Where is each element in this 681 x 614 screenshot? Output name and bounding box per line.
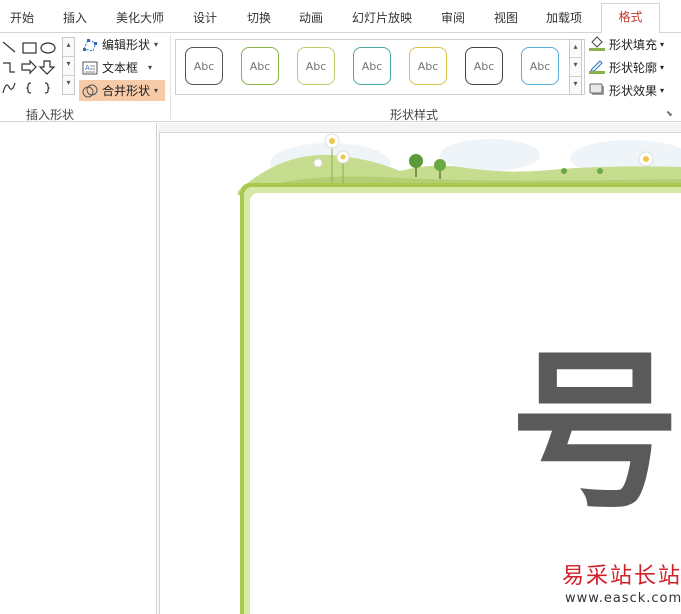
tab-insert[interactable]: 插入 xyxy=(63,9,87,26)
shape-style-swatch-3[interactable]: Abc xyxy=(297,47,335,85)
shape-style-swatch-1[interactable]: Abc xyxy=(185,47,223,85)
slide-editing-area: 号 xyxy=(158,123,681,614)
watermark-site-name: 易采站长站 xyxy=(562,564,681,589)
tab-slideshow[interactable]: 幻灯片放映 xyxy=(352,9,412,26)
shape-style-swatch-6[interactable]: Abc xyxy=(465,47,503,85)
ribbon-tab-bar: 开始 插入 美化大师 设计 切换 动画 幻灯片放映 审阅 视图 加载项 格式 xyxy=(0,0,681,34)
scroll-up-icon[interactable]: ▴ xyxy=(570,40,581,59)
chevron-down-icon: ▾ xyxy=(660,40,665,49)
shape-fill-label: 形状填充 xyxy=(609,38,658,52)
shape-style-swatch-7[interactable]: Abc xyxy=(521,47,559,85)
edit-shape-label: 编辑形状 xyxy=(102,38,151,52)
insert-shapes-group-label: 插入形状 xyxy=(26,108,75,122)
scroll-up-icon[interactable]: ▴ xyxy=(63,38,74,57)
swatch-text: Abc xyxy=(361,59,383,73)
shape-style-gallery: Abc Abc Abc Abc Abc Abc Abc xyxy=(175,39,585,95)
pencil-icon xyxy=(588,58,606,77)
edit-points-icon xyxy=(82,37,98,53)
text-box-icon: A xyxy=(82,60,98,76)
shape-gallery-scroll[interactable]: ▴ ▾ ▾ xyxy=(62,37,75,95)
swatch-text: Abc xyxy=(529,59,551,73)
oval-icon xyxy=(40,42,56,54)
scroll-down-icon[interactable]: ▾ xyxy=(63,57,74,76)
swatch-text: Abc xyxy=(249,59,271,73)
shape-gallery-icons xyxy=(2,41,56,94)
chevron-down-icon: ▾ xyxy=(154,40,159,49)
shape-gallery[interactable] xyxy=(0,37,62,95)
merge-shapes-button[interactable]: 合并形状 ▾ xyxy=(79,80,165,101)
tab-view[interactable]: 视图 xyxy=(494,9,518,26)
gallery-more-icon[interactable]: ▾ xyxy=(570,77,581,94)
shape-effects-label: 形状效果 xyxy=(609,84,658,98)
style-gallery-scroll[interactable]: ▴ ▾ ▾ xyxy=(569,39,582,95)
shape-style-swatch-2[interactable]: Abc xyxy=(241,47,279,85)
slide-artwork: 号 xyxy=(238,133,681,614)
shape-outline-label: 形状轮廓 xyxy=(609,61,658,75)
slide-glyph: 号 xyxy=(510,334,680,532)
shape-style-swatch-4[interactable]: Abc xyxy=(353,47,391,85)
svg-text:A: A xyxy=(85,64,90,72)
gallery-more-icon[interactable]: ▾ xyxy=(63,76,74,94)
paint-bucket-icon xyxy=(588,35,606,54)
swatch-text: Abc xyxy=(417,59,439,73)
dialog-launcher-icon[interactable]: ⬊ xyxy=(666,109,675,118)
tab-beautify-master[interactable]: 美化大师 xyxy=(116,9,164,26)
merge-shapes-label: 合并形状 xyxy=(102,84,151,98)
shape-effects-button[interactable]: 形状效果 ▾ xyxy=(588,80,664,101)
chevron-down-icon: ▾ xyxy=(154,86,159,95)
left-brace-icon xyxy=(26,82,32,94)
shape-styles-group-label: 形状样式 xyxy=(390,108,439,122)
shape-outline-button[interactable]: 形状轮廓 ▾ xyxy=(588,57,664,78)
text-box-button[interactable]: A 文本框 ▾ xyxy=(79,57,155,78)
shape-effects-icon xyxy=(588,81,606,100)
chevron-down-icon: ▾ xyxy=(660,63,665,72)
tab-animations[interactable]: 动画 xyxy=(299,9,323,26)
text-box-label: 文本框 xyxy=(102,61,139,75)
swatch-text: Abc xyxy=(473,59,495,73)
merge-shapes-icon xyxy=(82,83,98,99)
rectangle-icon xyxy=(22,42,37,54)
line-arrow-icon xyxy=(2,41,16,53)
slide-thumbnail-pane[interactable] xyxy=(0,123,157,614)
tab-addins[interactable]: 加载项 xyxy=(546,9,582,26)
tab-transitions[interactable]: 切换 xyxy=(247,9,271,26)
cloud-shape xyxy=(440,139,540,171)
tab-review[interactable]: 审阅 xyxy=(441,9,465,26)
curve-icon xyxy=(2,82,16,94)
swatch-text: Abc xyxy=(193,59,215,73)
right-brace-icon xyxy=(44,82,50,94)
down-arrow-icon xyxy=(38,60,56,75)
elbow-connector-icon xyxy=(3,62,15,73)
right-arrow-icon xyxy=(21,59,37,75)
swatch-text: Abc xyxy=(305,59,327,73)
tab-home[interactable]: 开始 xyxy=(10,9,34,26)
shape-fill-button[interactable]: 形状填充 ▾ xyxy=(588,34,664,55)
shape-style-swatch-5[interactable]: Abc xyxy=(409,47,447,85)
group-divider xyxy=(170,35,171,119)
scroll-down-icon[interactable]: ▾ xyxy=(570,58,581,77)
edit-shape-button[interactable]: 编辑形状 ▾ xyxy=(79,34,161,55)
slide-canvas[interactable]: 号 xyxy=(159,132,681,614)
tab-format[interactable]: 格式 xyxy=(601,3,660,34)
tab-design[interactable]: 设计 xyxy=(193,9,217,26)
ribbon: ▴ ▾ ▾ 编辑形状 ▾ A 文本框 ▾ 合并形状 ▾ 插入形状 Abc Abc… xyxy=(0,33,681,122)
chevron-down-icon: ▾ xyxy=(148,63,153,72)
watermark-url: www.easck.com xyxy=(565,591,681,606)
chevron-down-icon: ▾ xyxy=(660,86,665,95)
